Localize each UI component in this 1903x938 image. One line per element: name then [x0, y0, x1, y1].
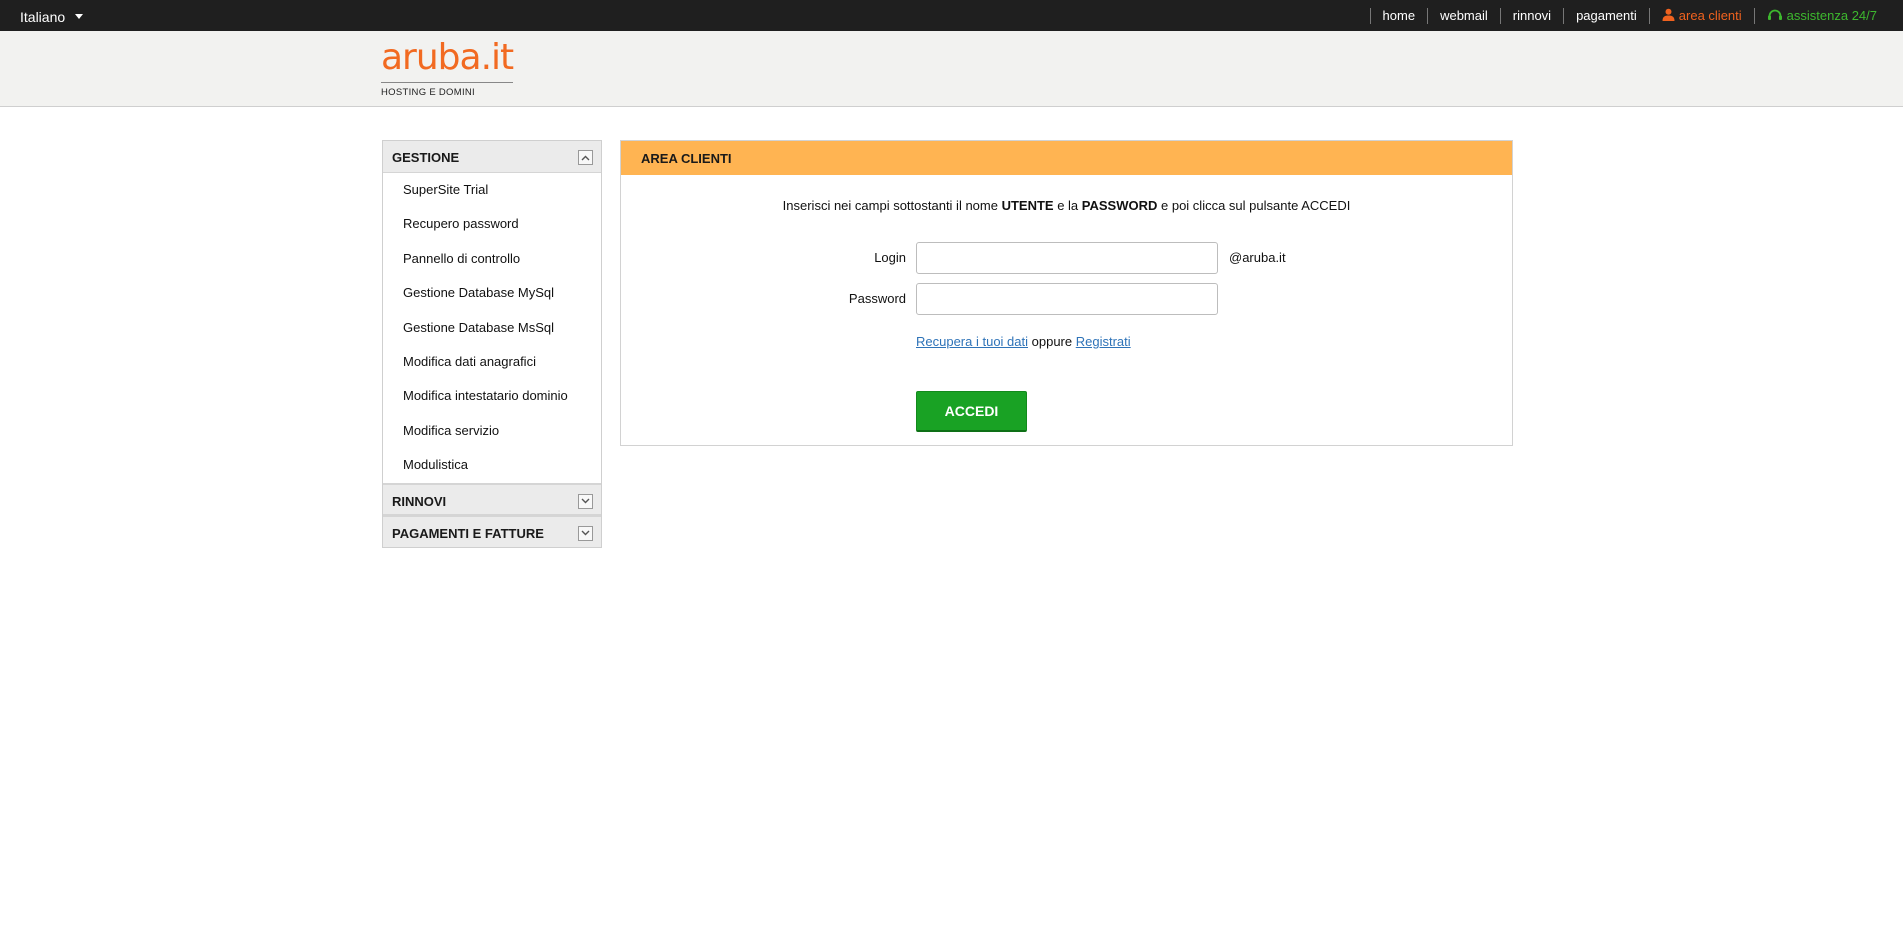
sidebar-section-pagamenti[interactable]: PAGAMENTI E FATTURE: [383, 514, 601, 547]
sidebar-section-gestione[interactable]: GESTIONE: [383, 141, 601, 173]
nav-separator: [1648, 7, 1650, 24]
login-instructions: Inserisci nei campi sottostanti il nome …: [621, 198, 1512, 213]
logo-divider: [381, 82, 513, 83]
password-label: Password: [848, 291, 906, 306]
nav-separator: [1499, 7, 1501, 24]
area-clienti-link[interactable]: area clienti: [1662, 0, 1742, 31]
nav-separator: [1563, 7, 1565, 24]
instructions-text-3: e poi clicca sul pulsante ACCEDI: [1157, 198, 1351, 213]
aruba-logo[interactable]: aruba.it HOSTING E DOMINI: [381, 36, 514, 98]
area-clienti-label: area clienti: [1678, 8, 1742, 23]
nav-separator: [1427, 7, 1429, 24]
panel-title: AREA CLIENTI: [621, 141, 1512, 175]
nav-separator: [1369, 7, 1371, 24]
accedi-button[interactable]: ACCEDI: [916, 391, 1027, 432]
sidebar-item-modifica-anagrafici[interactable]: Modifica dati anagrafici: [383, 345, 601, 379]
login-label: Login: [874, 250, 906, 265]
sidebar-section-title: RINNOVI: [392, 493, 447, 509]
assistenza-label: assistenza 24/7: [1786, 8, 1877, 23]
sidebar-item-pannello-controllo[interactable]: Pannello di controllo: [383, 242, 601, 276]
top-bar: Italiano home webmail rinnovi pagamenti …: [0, 0, 1903, 31]
nav-pagamenti-link[interactable]: pagamenti: [1576, 0, 1637, 31]
headset-icon: [1767, 9, 1782, 20]
sidebar-items-gestione: SuperSite Trial Recupero password Pannel…: [383, 173, 601, 483]
language-label: Italiano: [20, 9, 66, 25]
nav-rinnovi-link[interactable]: rinnovi: [1513, 0, 1551, 31]
user-icon: [1662, 8, 1675, 22]
sidebar-section-title: PAGAMENTI E FATTURE: [392, 525, 544, 541]
sidebar-section-rinnovi[interactable]: RINNOVI: [383, 482, 601, 515]
nav-separator: [1753, 7, 1755, 24]
login-domain-suffix: @aruba.it: [1229, 250, 1286, 265]
chevron-up-icon[interactable]: [578, 150, 593, 165]
sidebar-menu: GESTIONE SuperSite Trial Recupero passwo…: [382, 140, 602, 548]
assistenza-link[interactable]: assistenza 24/7: [1767, 0, 1877, 31]
sidebar-item-recupero-password[interactable]: Recupero password: [383, 207, 601, 241]
sidebar-item-database-mysql[interactable]: Gestione Database MySql: [383, 276, 601, 310]
oppure-text: oppure: [1031, 334, 1073, 349]
language-selector[interactable]: Italiano: [20, 0, 84, 31]
sidebar-item-modifica-intestatario[interactable]: Modifica intestatario dominio: [383, 379, 601, 413]
nav-webmail-link[interactable]: webmail: [1440, 0, 1488, 31]
login-input[interactable]: [916, 242, 1218, 274]
recupera-dati-link[interactable]: Recupera i tuoi dati: [916, 334, 1028, 349]
sidebar-item-modulistica[interactable]: Modulistica: [383, 448, 601, 482]
instructions-text-1: Inserisci nei campi sottostanti il nome: [782, 198, 1002, 213]
password-input[interactable]: [916, 283, 1218, 315]
sidebar-item-database-mssql[interactable]: Gestione Database MsSql: [383, 311, 601, 345]
instructions-text-2: e la: [1053, 198, 1082, 213]
caret-down-icon: [75, 13, 84, 19]
account-links: Recupera i tuoi dati oppure Registrati: [916, 334, 1131, 349]
nav-home-link[interactable]: home: [1383, 0, 1416, 31]
sidebar-item-modifica-servizio[interactable]: Modifica servizio: [383, 414, 601, 448]
logo-tagline: HOSTING E DOMINI: [381, 87, 475, 98]
login-panel: AREA CLIENTI Inserisci nei campi sottost…: [620, 140, 1513, 446]
logo-text: aruba.it: [381, 37, 514, 78]
chevron-down-icon[interactable]: [578, 493, 593, 509]
sidebar-item-supersite-trial[interactable]: SuperSite Trial: [383, 173, 601, 207]
instructions-bold-utente: UTENTE: [1001, 198, 1054, 213]
top-nav: home webmail rinnovi pagamenti area clie…: [1358, 0, 1877, 31]
registrati-link[interactable]: Registrati: [1076, 334, 1131, 349]
sidebar-section-title: GESTIONE: [392, 150, 460, 165]
site-header: aruba.it HOSTING E DOMINI: [0, 31, 1903, 107]
instructions-bold-password: PASSWORD: [1081, 198, 1158, 213]
chevron-down-icon[interactable]: [578, 525, 593, 541]
